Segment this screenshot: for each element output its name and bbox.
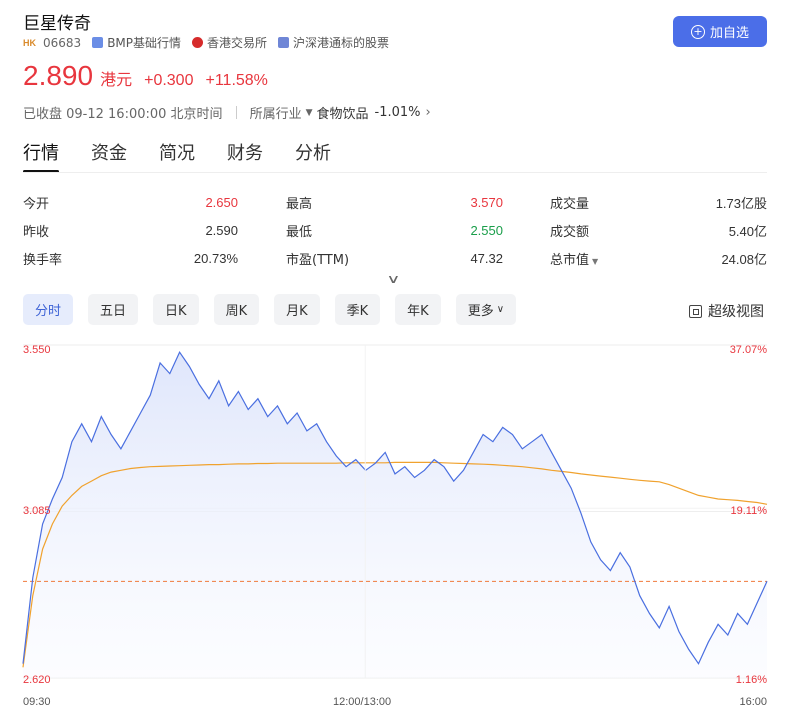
period-5day[interactable]: 五日	[88, 294, 139, 325]
super-view-button[interactable]: 超级视图	[689, 301, 764, 321]
status-row: 已收盘 09-12 16:00:00 北京时间 所属行业 ▼ 食物饮品 -1.0…	[23, 103, 431, 122]
chevron-right-icon[interactable]: ›	[426, 105, 431, 120]
tab-market[interactable]: 行情	[23, 139, 59, 173]
period-week-k[interactable]: 周K	[213, 294, 260, 325]
stat-marketcap-label[interactable]: 总市值 ▼	[550, 249, 598, 268]
stat-prevclose-value: 2.590	[205, 222, 238, 238]
tag-connect[interactable]: 沪深港通标的股票	[278, 34, 389, 51]
quote-row: 2.890 港元 +0.300 +11.58%	[23, 60, 268, 92]
tab-financials[interactable]: 财务	[227, 139, 263, 171]
chevron-down-icon: ∨	[496, 304, 505, 315]
hkex-icon	[192, 37, 204, 48]
plus-circle-icon: +	[690, 24, 705, 39]
period-year-k[interactable]: 年K	[395, 294, 441, 325]
market-badge: HK	[23, 37, 36, 48]
stock-name: 巨星传奇	[23, 14, 91, 34]
stock-meta-row: HK 06683 BMP基础行情 香港交易所 沪深港通标的股票	[23, 34, 400, 51]
tag-hkex[interactable]: 香港交易所	[192, 34, 267, 51]
stat-low-label: 最低	[286, 224, 313, 240]
y-axis-max-label: 3.550	[23, 344, 51, 356]
stats-row: 今开 2.650 最高 3.570 成交量 1.73亿股	[23, 188, 767, 216]
stat-volume-label: 成交量	[550, 196, 590, 212]
x-tick-open: 09:30	[23, 696, 51, 708]
tag-bmp-label: BMP基础行情	[107, 36, 182, 50]
price-change-pct: +11.58%	[205, 72, 268, 89]
price-area	[23, 352, 767, 678]
industry-change: -1.01%	[374, 105, 421, 120]
stat-marketcap-text: 总市值	[550, 252, 590, 268]
stat-turnover-rate-label: 换手率	[23, 252, 63, 268]
stat-prevclose-label: 昨收	[23, 224, 50, 240]
super-view-label: 超级视图	[708, 304, 764, 320]
triangle-down-icon: ▼	[592, 256, 599, 266]
pct-axis-mid-label: 19.11%	[730, 505, 768, 517]
tab-capital[interactable]: 资金	[91, 139, 127, 171]
stat-high-value: 3.570	[470, 194, 503, 210]
stat-pe-label: 市盈(TTM)	[286, 252, 350, 268]
stat-turnover-value: 5.40亿	[728, 223, 767, 239]
stats-row: 昨收 2.590 最低 2.550 成交额 5.40亿	[23, 216, 767, 244]
currency: 港元	[100, 70, 133, 89]
stats-row: 换手率 20.73% 市盈(TTM) 47.32 总市值 ▼ 24.08亿	[23, 244, 767, 272]
stat-open-value: 2.650	[205, 194, 238, 210]
x-tick-close: 16:00	[739, 696, 767, 708]
bmp-icon	[92, 37, 104, 48]
stat-turnover-label: 成交额	[550, 224, 590, 240]
stat-marketcap-value: 24.08亿	[721, 251, 767, 267]
tag-connect-label: 沪深港通标的股票	[293, 36, 390, 50]
tab-analysis[interactable]: 分析	[295, 139, 331, 171]
add-watchlist-label: 加自选	[709, 26, 749, 41]
period-quarter-k[interactable]: 季K	[334, 294, 381, 325]
tag-bmp[interactable]: BMP基础行情	[92, 34, 181, 51]
period-intraday[interactable]: 分时	[23, 294, 74, 325]
x-tick-midday: 12:00/13:00	[333, 696, 392, 708]
tab-profile[interactable]: 简况	[159, 139, 195, 171]
period-day-k[interactable]: 日K	[153, 294, 199, 325]
period-more[interactable]: 更多 ∨	[455, 294, 517, 325]
period-month-k[interactable]: 月K	[274, 294, 320, 325]
stat-pe-value: 47.32	[470, 250, 503, 266]
industry-label: 所属行业	[249, 107, 302, 122]
period-selector: 分时 五日 日K 周K 月K 季K 年K 更多 ∨	[23, 294, 531, 325]
main-tabs: 行情 资金 简况 财务 分析	[23, 139, 363, 173]
stat-volume-value: 1.73亿股	[715, 195, 767, 211]
connect-icon	[278, 37, 290, 48]
period-more-label: 更多	[467, 304, 494, 319]
quote-stats: 今开 2.650 最高 3.570 成交量 1.73亿股 昨收 2.590 最低 2.55…	[23, 188, 767, 272]
add-watchlist-button[interactable]: + 加自选	[673, 16, 767, 47]
stock-code: 06683	[43, 35, 82, 50]
expand-chevron-icon[interactable]: ∨	[386, 272, 400, 286]
pct-axis-min-label: 1.16%	[735, 674, 767, 686]
tab-divider	[23, 172, 767, 173]
y-axis-min-label: 2.620	[23, 674, 51, 686]
stat-high-label: 最高	[286, 196, 313, 212]
y-axis-mid-label: 3.085	[23, 505, 51, 517]
intraday-chart-svg	[22, 344, 768, 679]
price-change: +0.300	[144, 72, 194, 89]
divider	[235, 106, 237, 119]
triangle-down-icon: ▼	[305, 107, 313, 118]
fullscreen-icon	[689, 304, 702, 318]
stat-open-label: 今开	[23, 196, 50, 212]
tag-hkex-label: 香港交易所	[207, 36, 268, 50]
industry-name[interactable]: 食物饮品	[317, 103, 369, 122]
intraday-chart[interactable]: 3.550 3.085 2.620 37.07% 19.11% 1.16% 09…	[0, 335, 796, 721]
stat-low-value: 2.550	[470, 222, 503, 238]
pct-axis-max-label: 37.07%	[729, 344, 767, 356]
stat-turnover-rate-value: 20.73%	[193, 250, 238, 266]
market-closed-text: 已收盘 09-12 16:00:00 北京时间	[23, 107, 223, 122]
last-price: 2.890	[23, 60, 94, 91]
